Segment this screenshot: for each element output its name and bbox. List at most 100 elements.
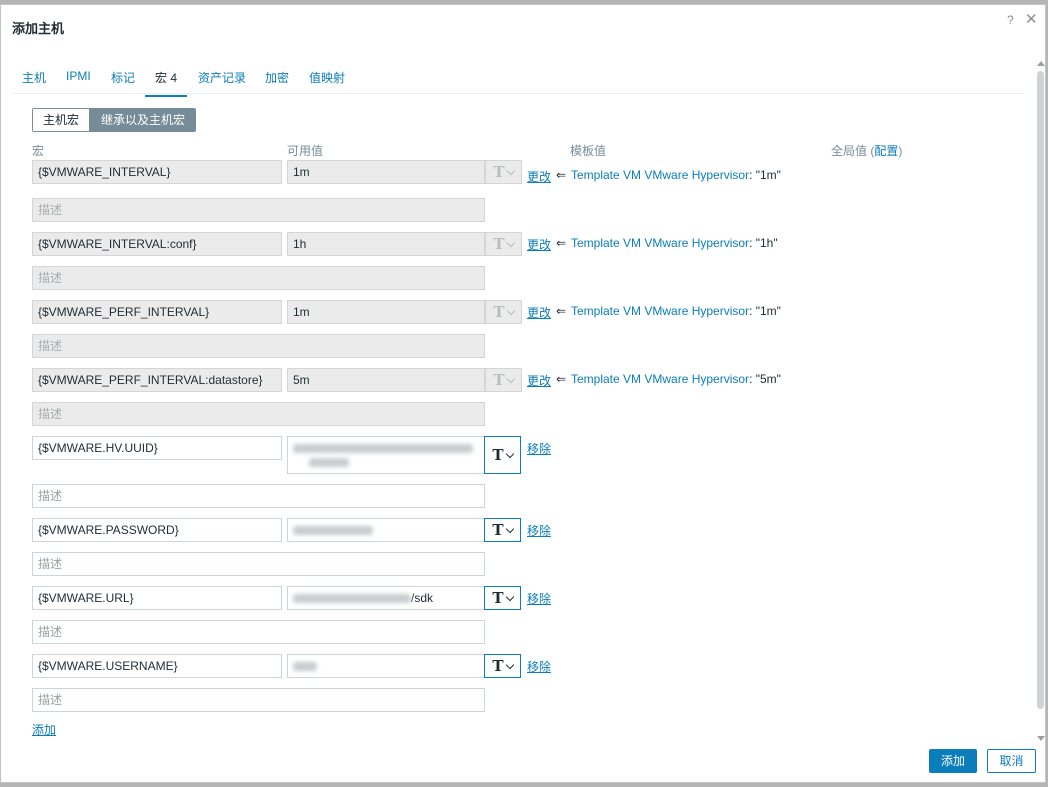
remove-link[interactable]: 移除 <box>527 590 551 607</box>
template-value: Template VM VMware Hypervisor: "1m" <box>571 304 781 318</box>
template-link[interactable]: Template VM VMware Hypervisor <box>571 168 749 182</box>
macro-description-field: 描述 <box>32 266 485 290</box>
template-link[interactable]: Template VM VMware Hypervisor <box>571 304 749 318</box>
cancel-button[interactable]: 取消 <box>987 749 1036 773</box>
macro-value-field: 1h <box>287 232 485 256</box>
chevron-down-icon <box>505 592 514 601</box>
value-type-dropdown[interactable]: T <box>484 654 521 678</box>
tab-bar: 主机 IPMI 标记 宏 4 资产记录 加密 值映射 <box>13 63 1025 97</box>
tab-macros[interactable]: 宏 4 <box>145 69 187 97</box>
macro-name-input[interactable]: {$VMWARE.HV.UUID} <box>32 436 282 460</box>
macro-name-input[interactable]: {$VMWARE.PASSWORD} <box>32 518 282 542</box>
template-value: Template VM VMware Hypervisor: "5m" <box>571 372 781 386</box>
macro-value-field: 5m <box>287 368 485 392</box>
tab-value-mapping[interactable]: 值映射 <box>309 69 345 86</box>
macro-name-field: {$VMWARE_PERF_INTERVAL:datastore} <box>32 368 282 392</box>
macro-value-input[interactable]: /sdk <box>287 586 485 610</box>
add-macro-link[interactable]: 添加 <box>32 721 56 738</box>
text-type-icon: T <box>492 521 504 539</box>
macro-value-field: 1m <box>287 300 485 324</box>
inherit-arrow-icon: ⇐ <box>556 372 567 386</box>
help-icon[interactable]: ? <box>1007 13 1014 27</box>
template-link[interactable]: Template VM VMware Hypervisor <box>571 236 749 250</box>
tab-tags[interactable]: 标记 <box>111 69 135 86</box>
macro-name-input[interactable]: {$VMWARE.URL} <box>32 586 282 610</box>
global-config-link[interactable]: 配置 <box>874 144 898 158</box>
column-header-global-value: 全局值 (配置) <box>831 142 902 159</box>
url-suffix: /sdk <box>411 591 434 605</box>
tab-ipmi[interactable]: IPMI <box>66 69 91 83</box>
change-link[interactable]: 更改 <box>527 236 551 253</box>
macro-name-input[interactable]: {$VMWARE.USERNAME} <box>32 654 282 678</box>
chevron-down-icon <box>505 524 514 533</box>
remove-link[interactable]: 移除 <box>527 440 551 457</box>
scroll-down-arrow-icon[interactable] <box>1037 736 1045 741</box>
chevron-down-icon <box>506 374 515 383</box>
tab-encryption[interactable]: 加密 <box>265 69 289 86</box>
macro-view-switch: 主机宏 继承以及主机宏 <box>32 108 197 132</box>
value-type-dropdown: T <box>485 368 522 392</box>
column-header-template-value: 模板值 <box>570 144 607 158</box>
close-icon[interactable]: ✕ <box>1025 10 1038 28</box>
chevron-down-icon <box>505 660 514 669</box>
column-header-value: 可用值 <box>287 144 324 158</box>
text-type-icon: T <box>492 589 504 607</box>
scrollbar-thumb[interactable] <box>1037 71 1044 709</box>
text-type-icon: T <box>493 371 505 389</box>
tab-inventory[interactable]: 资产记录 <box>198 69 246 86</box>
inherit-arrow-icon: ⇐ <box>556 236 567 250</box>
tab-host[interactable]: 主机 <box>22 69 46 86</box>
value-type-dropdown: T <box>485 160 522 184</box>
template-link[interactable]: Template VM VMware Hypervisor <box>571 372 749 386</box>
inherit-arrow-icon: ⇐ <box>556 304 567 318</box>
value-type-dropdown[interactable]: T <box>484 518 521 542</box>
text-type-icon: T <box>493 163 505 181</box>
text-type-icon: T <box>493 303 505 321</box>
dialog-title: 添加主机 <box>12 21 65 36</box>
redacted-value-icon <box>309 458 349 468</box>
macro-value-input[interactable] <box>287 654 485 678</box>
macro-description-input[interactable]: 描述 <box>32 620 485 644</box>
change-link[interactable]: 更改 <box>527 304 551 321</box>
redacted-value-icon <box>293 444 473 454</box>
host-macros-button[interactable]: 主机宏 <box>32 108 91 132</box>
text-type-icon: T <box>492 657 504 675</box>
remove-link[interactable]: 移除 <box>527 658 551 675</box>
chevron-down-icon <box>505 449 514 458</box>
value-type-dropdown[interactable]: T <box>484 436 521 474</box>
add-host-dialog: 添加主机 ? ✕ 主机 IPMI 标记 宏 4 资产记录 加密 值映射 主机宏 … <box>0 4 1046 783</box>
global-value-close: ) <box>898 144 903 158</box>
macro-value-textarea[interactable] <box>287 436 485 474</box>
redacted-value-icon <box>293 526 373 536</box>
template-value-text: : "1m" <box>749 304 781 318</box>
add-button[interactable]: 添加 <box>929 749 977 773</box>
template-value: Template VM VMware Hypervisor: "1m" <box>571 168 781 182</box>
macro-description-field: 描述 <box>32 198 485 222</box>
chevron-down-icon <box>506 238 515 247</box>
macro-value-field: 1m <box>287 160 485 184</box>
macro-description-input[interactable]: 描述 <box>32 552 485 576</box>
macro-name-field: {$VMWARE_PERF_INTERVAL} <box>32 300 282 324</box>
change-link[interactable]: 更改 <box>527 168 551 185</box>
inherit-arrow-icon: ⇐ <box>556 168 567 182</box>
macro-description-input[interactable]: 描述 <box>32 688 485 712</box>
value-type-dropdown[interactable]: T <box>484 586 521 610</box>
template-value-text: : "1m" <box>749 168 781 182</box>
macro-description-field: 描述 <box>32 402 485 426</box>
macro-description-field: 描述 <box>32 334 485 358</box>
macro-value-input[interactable] <box>287 518 485 542</box>
value-type-dropdown: T <box>485 232 522 256</box>
remove-link[interactable]: 移除 <box>527 522 551 539</box>
template-value-text: : "1h" <box>749 236 778 250</box>
change-link[interactable]: 更改 <box>527 372 551 389</box>
template-value-text: : "5m" <box>749 372 781 386</box>
template-value: Template VM VMware Hypervisor: "1h" <box>571 236 778 250</box>
macro-description-input[interactable]: 描述 <box>32 484 485 508</box>
chevron-down-icon <box>506 166 515 175</box>
scroll-up-arrow-icon[interactable] <box>1037 61 1045 66</box>
inherited-macros-button[interactable]: 继承以及主机宏 <box>90 108 197 132</box>
column-header-macro: 宏 <box>32 144 45 158</box>
redacted-value-icon <box>293 594 411 604</box>
text-type-icon: T <box>493 235 505 253</box>
macro-name-field: {$VMWARE_INTERVAL} <box>32 160 282 184</box>
